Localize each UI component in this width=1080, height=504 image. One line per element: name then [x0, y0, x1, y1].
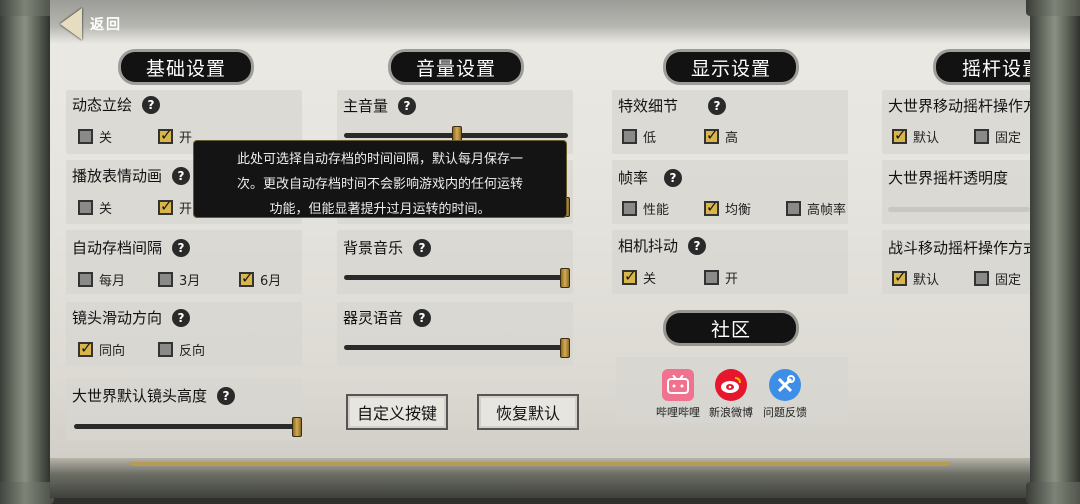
- section-basic-header: 基础设置: [121, 52, 251, 82]
- camera-dir-same[interactable]: 同向: [78, 339, 125, 359]
- world-move-joystick-label: 大世界移动摇杆操作方: [888, 97, 1039, 115]
- world-opacity-label: 大世界摇杆透明度: [888, 169, 1009, 187]
- help-icon[interactable]: ?: [217, 386, 236, 405]
- effects-low[interactable]: 低: [622, 127, 656, 146]
- help-icon[interactable]: ?: [172, 166, 191, 185]
- checkbox-checked[interactable]: [239, 269, 254, 287]
- checkbox[interactable]: [974, 129, 989, 144]
- world-move-default[interactable]: 默认: [892, 126, 939, 146]
- slider-knob[interactable]: [560, 338, 570, 358]
- world-move-fixed[interactable]: 固定: [974, 127, 1021, 146]
- bgm-volume-label: 背景音乐?: [343, 237, 432, 258]
- autosave-help-tooltip: 此处可选择自动存档的时间间隔，默认每月保存一 次。更改自动存档时间不会影响游戏内…: [193, 140, 567, 218]
- help-icon[interactable]: ?: [664, 168, 683, 187]
- back-arrow-icon: [60, 8, 82, 40]
- emote-anim-off[interactable]: 关: [78, 198, 112, 217]
- help-icon[interactable]: ?: [413, 308, 432, 327]
- bgm-volume-slider[interactable]: [344, 268, 570, 288]
- checkbox[interactable]: [158, 272, 173, 287]
- checkbox-checked[interactable]: [892, 268, 907, 286]
- bilibili-link[interactable]: 哔哩哔哩: [656, 369, 700, 420]
- section-display-header: 显示设置: [666, 52, 796, 82]
- camera-shake-on[interactable]: 开: [704, 268, 738, 287]
- checkbox-checked[interactable]: [158, 197, 173, 215]
- checkbox[interactable]: [704, 270, 719, 285]
- framerate-balanced[interactable]: 均衡: [704, 198, 751, 218]
- community-panel: 哔哩哔哩 新浪微博 问题反馈: [616, 357, 848, 423]
- emote-anim-label: 播放表情动画?: [72, 165, 191, 186]
- custom-keys-button[interactable]: 自定义按键: [346, 394, 448, 430]
- dynamic-portrait-on[interactable]: 开: [158, 126, 192, 146]
- slider-knob[interactable]: [560, 268, 570, 288]
- right-scroll-rod-front: [1026, 0, 1080, 504]
- voice-volume-label: 器灵语音?: [343, 307, 432, 328]
- feedback-link[interactable]: 问题反馈: [763, 369, 807, 420]
- checkbox[interactable]: [78, 129, 93, 144]
- world-cam-height-slider[interactable]: [74, 417, 302, 437]
- framerate-high[interactable]: 高帧率: [786, 199, 846, 218]
- checkbox[interactable]: [622, 129, 637, 144]
- restore-default-button[interactable]: 恢复默认: [477, 394, 579, 430]
- voice-volume-slider[interactable]: [344, 338, 570, 358]
- emote-anim-on[interactable]: 开: [158, 197, 192, 217]
- section-community-header: 社区: [666, 313, 796, 343]
- effects-high[interactable]: 高: [704, 126, 738, 146]
- back-label: 返回: [90, 17, 122, 33]
- checkbox[interactable]: [974, 271, 989, 286]
- autosave-3months[interactable]: 3月: [158, 270, 200, 289]
- checkbox-checked[interactable]: [158, 126, 173, 144]
- weibo-link[interactable]: 新浪微博: [709, 369, 753, 420]
- checkbox-checked[interactable]: [622, 267, 637, 285]
- world-cam-height-label: 大世界默认镜头高度?: [72, 385, 236, 406]
- world-opacity-slider[interactable]: [888, 207, 1030, 212]
- checkbox-checked[interactable]: [78, 339, 93, 357]
- autosave-6months[interactable]: 6月: [239, 269, 281, 289]
- help-icon[interactable]: ?: [413, 238, 432, 257]
- help-icon[interactable]: ?: [398, 96, 417, 115]
- camera-dir-reverse[interactable]: 反向: [158, 340, 205, 359]
- wrench-icon: [769, 369, 801, 401]
- dynamic-portrait-label: 动态立绘?: [72, 94, 161, 115]
- back-button[interactable]: 返回: [60, 8, 122, 40]
- autosave-monthly[interactable]: 每月: [78, 270, 125, 289]
- dynamic-portrait-off[interactable]: 关: [78, 127, 112, 146]
- help-icon[interactable]: ?: [172, 308, 191, 327]
- camera-shake-off[interactable]: 关: [622, 267, 656, 287]
- battle-move-joystick-label: 战斗移动摇杆操作方式: [888, 239, 1039, 257]
- left-scroll-rod: [0, 0, 54, 504]
- framerate-label: 帧率?: [618, 167, 683, 188]
- help-icon[interactable]: ?: [142, 95, 161, 114]
- weibo-icon: [715, 369, 747, 401]
- battle-move-default[interactable]: 默认: [892, 268, 939, 288]
- master-volume-slider[interactable]: [344, 126, 568, 146]
- bilibili-icon: [662, 369, 694, 401]
- checkbox[interactable]: [622, 201, 637, 216]
- camera-shake-label: 相机抖动?: [618, 235, 707, 256]
- camera-dir-label: 镜头滑动方向?: [72, 307, 191, 328]
- master-volume-label: 主音量?: [343, 95, 417, 116]
- checkbox[interactable]: [158, 342, 173, 357]
- checkbox[interactable]: [78, 200, 93, 215]
- battle-move-fixed[interactable]: 固定: [974, 269, 1021, 288]
- checkbox-checked[interactable]: [892, 126, 907, 144]
- framerate-performance[interactable]: 性能: [622, 199, 669, 218]
- checkbox[interactable]: [78, 272, 93, 287]
- help-icon[interactable]: ?: [688, 236, 707, 255]
- autosave-label: 自动存档间隔?: [72, 237, 191, 258]
- checkbox-checked[interactable]: [704, 198, 719, 216]
- gold-divider: [130, 462, 950, 466]
- checkbox[interactable]: [786, 201, 801, 216]
- section-volume-header: 音量设置: [391, 52, 521, 82]
- help-icon[interactable]: ?: [708, 96, 727, 115]
- help-icon[interactable]: ?: [172, 238, 191, 257]
- effects-label: 特效细节?: [618, 95, 727, 116]
- checkbox-checked[interactable]: [704, 126, 719, 144]
- slider-knob[interactable]: [292, 417, 302, 437]
